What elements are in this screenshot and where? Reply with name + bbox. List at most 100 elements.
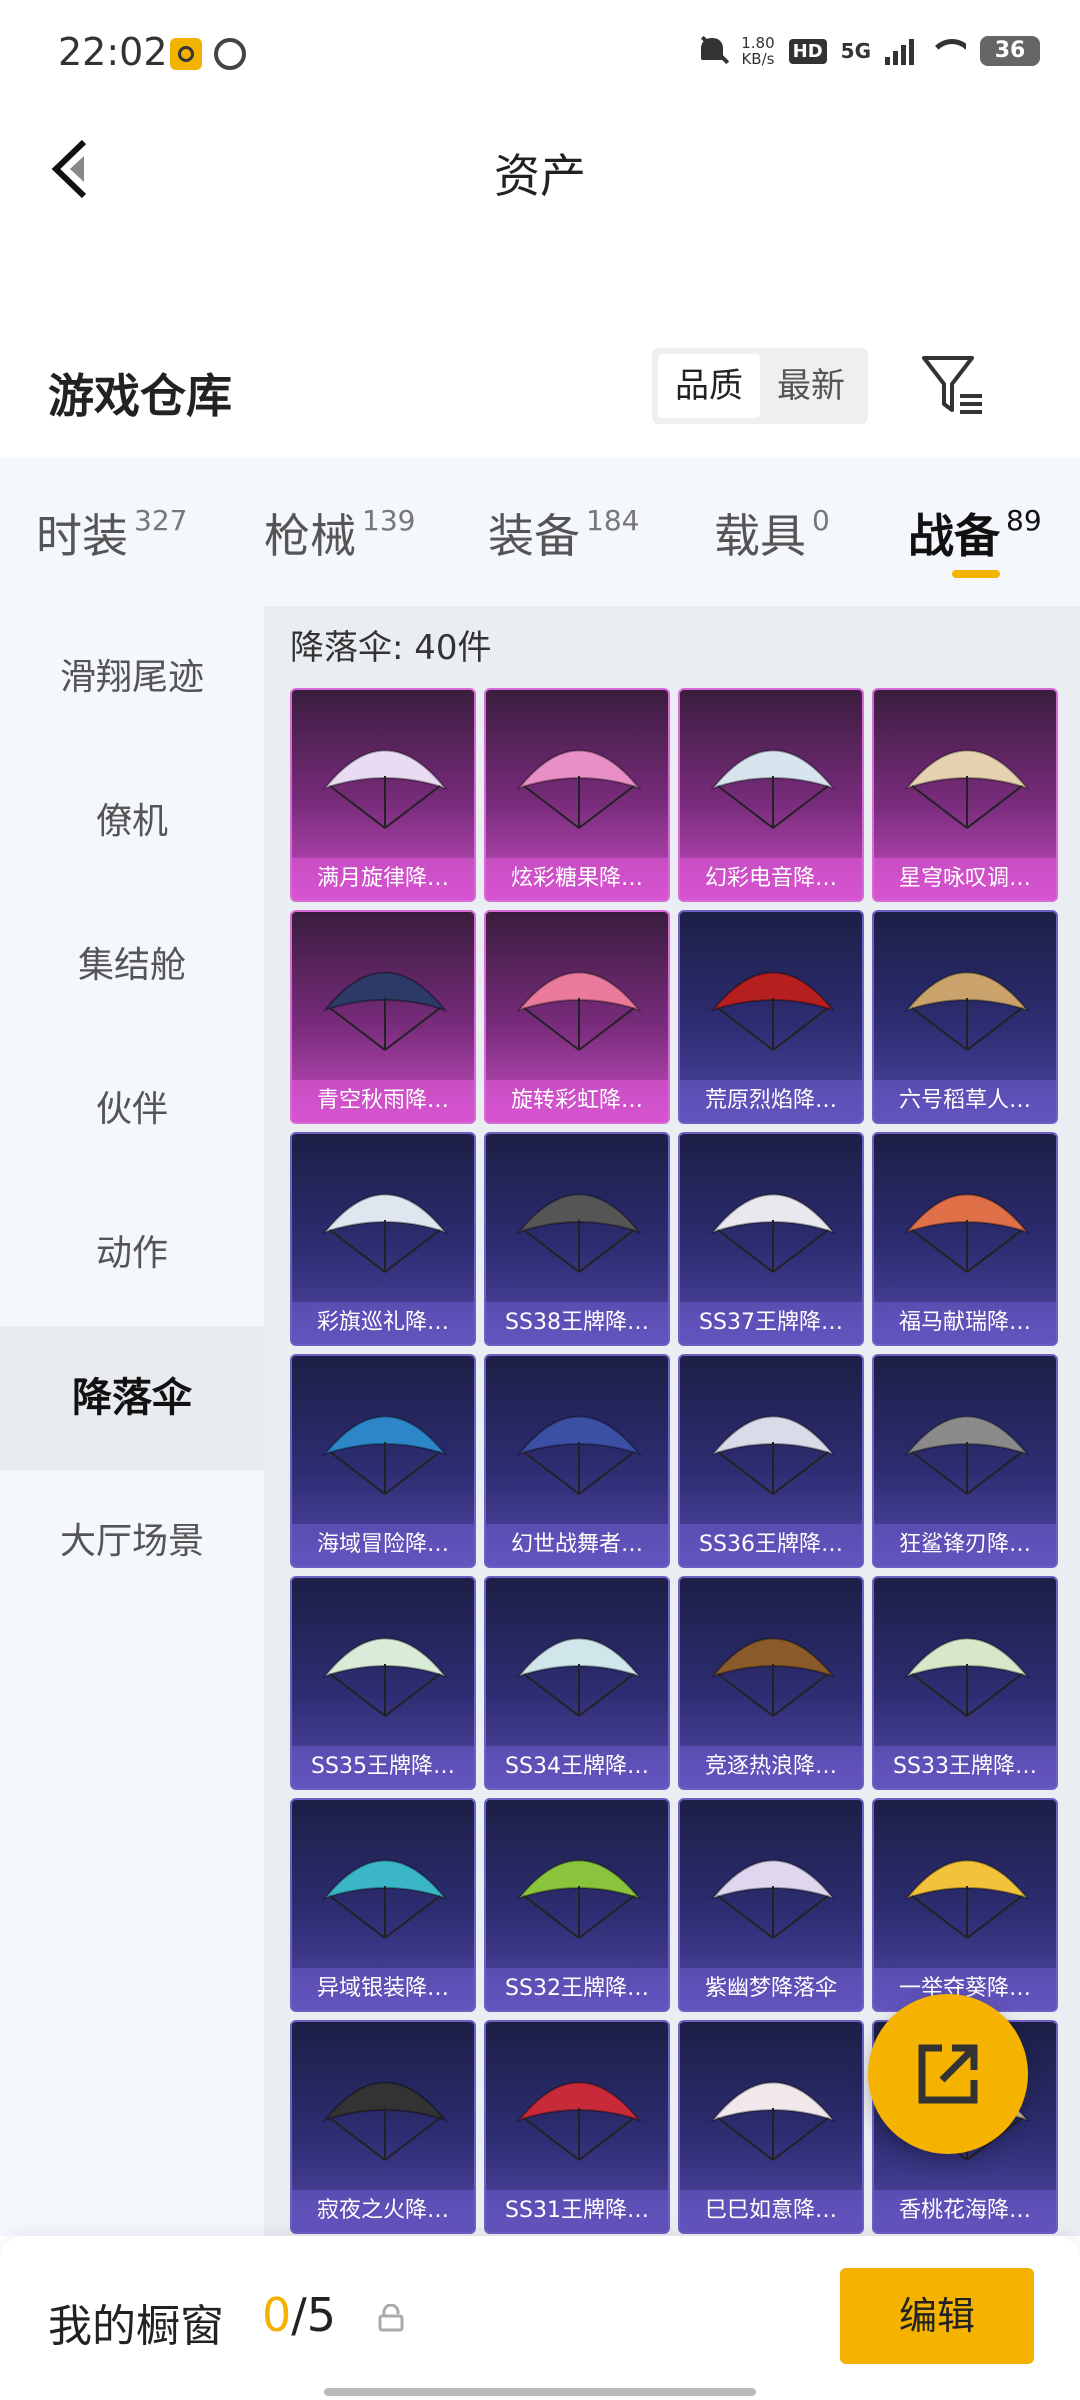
item-card-label: 六号稻草人… xyxy=(874,1080,1056,1122)
network-type: 5G xyxy=(840,39,871,63)
item-card[interactable]: 六号稻草人… xyxy=(872,910,1058,1124)
item-card-label: SS33王牌降… xyxy=(874,1746,1056,1788)
sidebar-item-companion[interactable]: 伙伴 xyxy=(0,1038,264,1182)
item-card-label: 旋转彩虹降… xyxy=(486,1080,668,1122)
share-external-icon xyxy=(918,2044,978,2104)
parachute-art xyxy=(322,1637,448,1717)
tab-battle-gear[interactable]: 战备 89 xyxy=(908,500,1042,566)
sidebar-item-assembly-pod[interactable]: 集结舱 xyxy=(0,894,264,1038)
item-card-label: 荒原烈焰降… xyxy=(680,1080,862,1122)
parachute-art xyxy=(322,749,448,829)
sync-icon xyxy=(214,38,246,70)
parachute-art xyxy=(322,1415,448,1495)
item-card[interactable]: 旋转彩虹降… xyxy=(484,910,670,1124)
parachute-art xyxy=(904,1415,1030,1495)
item-card-label: 寂夜之火降… xyxy=(292,2190,474,2232)
item-card[interactable]: 福马献瑞降… xyxy=(872,1132,1058,1346)
showcase-label: 我的橱窗 xyxy=(48,2301,224,2352)
lock-icon xyxy=(378,2304,404,2332)
sidebar-item-wingman[interactable]: 僚机 xyxy=(0,750,264,894)
item-card-label: SS31王牌降… xyxy=(486,2190,668,2232)
item-card-label: SS32王牌降… xyxy=(486,1968,668,2010)
item-card-label: 狂鲨锋刃降… xyxy=(874,1524,1056,1566)
parachute-art xyxy=(904,1193,1030,1273)
item-card-label: 竞逐热浪降… xyxy=(680,1746,862,1788)
item-card-label: 满月旋律降… xyxy=(292,858,474,900)
parachute-art xyxy=(516,1415,642,1495)
mute-bell-icon xyxy=(697,34,727,68)
parachute-art xyxy=(904,971,1030,1051)
share-button[interactable] xyxy=(868,1994,1028,2154)
item-card[interactable]: 幻彩电音降… xyxy=(678,688,864,902)
item-card[interactable]: 幻世战舞者… xyxy=(484,1354,670,1568)
item-card[interactable]: 彩旗巡礼降… xyxy=(290,1132,476,1346)
subcategory-sidebar: 滑翔尾迹 僚机 集结舱 伙伴 动作 降落伞 大厅场景 xyxy=(0,606,264,2236)
item-card[interactable]: 竞逐热浪降… xyxy=(678,1576,864,1790)
item-card[interactable]: SS32王牌降… xyxy=(484,1798,670,2012)
edit-button[interactable]: 编辑 xyxy=(840,2268,1034,2364)
parachute-art xyxy=(710,1193,836,1273)
item-card[interactable]: 异域银装降… xyxy=(290,1798,476,2012)
tab-fashion[interactable]: 时装 327 xyxy=(36,500,187,566)
item-card[interactable]: SS35王牌降… xyxy=(290,1576,476,1790)
item-card-label: 海域冒险降… xyxy=(292,1524,474,1566)
network-speed: 1.80 KB/s xyxy=(741,34,775,68)
item-card[interactable]: 炫彩糖果降… xyxy=(484,688,670,902)
parachute-art xyxy=(322,971,448,1051)
signal-icon xyxy=(885,37,914,65)
tab-guns[interactable]: 枪械 139 xyxy=(264,500,415,566)
home-indicator xyxy=(324,2388,756,2396)
item-card[interactable]: 寂夜之火降… xyxy=(290,2020,476,2234)
item-card[interactable]: SS38王牌降… xyxy=(484,1132,670,1346)
item-card[interactable]: SS36王牌降… xyxy=(678,1354,864,1568)
filter-icon xyxy=(922,356,982,414)
app-notification-icon xyxy=(170,38,202,70)
item-card-label: 幻世战舞者… xyxy=(486,1524,668,1566)
item-card[interactable]: 狂鲨锋刃降… xyxy=(872,1354,1058,1568)
item-card[interactable]: SS33王牌降… xyxy=(872,1576,1058,1790)
item-card-label: 异域银装降… xyxy=(292,1968,474,2010)
item-card[interactable]: 紫幽梦降落伞 xyxy=(678,1798,864,2012)
item-card-label: SS38王牌降… xyxy=(486,1302,668,1344)
item-card[interactable]: SS31王牌降… xyxy=(484,2020,670,2234)
parachute-art xyxy=(322,1859,448,1939)
tab-equipment[interactable]: 装备 184 xyxy=(488,500,639,566)
parachute-art xyxy=(322,2081,448,2161)
item-card-label: 巳巳如意降… xyxy=(680,2190,862,2232)
parachute-art xyxy=(904,749,1030,829)
item-card-label: 炫彩糖果降… xyxy=(486,858,668,900)
filter-button[interactable] xyxy=(920,352,986,418)
parachute-art xyxy=(516,971,642,1051)
sort-newest-option[interactable]: 最新 xyxy=(760,354,862,418)
item-card[interactable]: SS37王牌降… xyxy=(678,1132,864,1346)
showcase-bar: 我的橱窗 0/5 编辑 xyxy=(0,2236,1080,2400)
sort-toggle: 品质 最新 xyxy=(652,348,868,424)
sidebar-item-glide-trail[interactable]: 滑翔尾迹 xyxy=(0,606,264,750)
sidebar-item-parachute[interactable]: 降落伞 xyxy=(0,1326,264,1470)
item-card[interactable]: 巳巳如意降… xyxy=(678,2020,864,2234)
item-card[interactable]: SS34王牌降… xyxy=(484,1576,670,1790)
tab-indicator xyxy=(952,570,1000,578)
parachute-art xyxy=(322,1193,448,1273)
hd-badge: HD xyxy=(788,38,827,64)
item-card[interactable]: 海域冒险降… xyxy=(290,1354,476,1568)
parachute-art xyxy=(516,1637,642,1717)
item-card[interactable]: 满月旋律降… xyxy=(290,688,476,902)
item-card-label: 星穹咏叹调… xyxy=(874,858,1056,900)
item-card[interactable]: 青空秋雨降… xyxy=(290,910,476,1124)
status-bar: 22:02 1.80 KB/s HD 5G 36 xyxy=(0,0,1080,104)
item-card-label: SS35王牌降… xyxy=(292,1746,474,1788)
parachute-art xyxy=(710,971,836,1051)
parachute-art xyxy=(516,1193,642,1273)
page-title: 资产 xyxy=(494,149,586,203)
tab-vehicles[interactable]: 载具 0 xyxy=(714,500,830,566)
sidebar-item-lobby-scene[interactable]: 大厅场景 xyxy=(0,1470,264,1614)
parachute-art xyxy=(904,1637,1030,1717)
sidebar-item-emote[interactable]: 动作 xyxy=(0,1182,264,1326)
item-grid-area: 降落伞: 40件 满月旋律降… 炫彩糖果降… 幻彩电音降… 星穹咏叹调… 青空秋雨降… 旋… xyxy=(264,606,1080,2236)
item-card[interactable]: 星穹咏叹调… xyxy=(872,688,1058,902)
item-card[interactable]: 一举夺葵降… xyxy=(872,1798,1058,2012)
parachute-art xyxy=(710,1415,836,1495)
sort-quality-option[interactable]: 品质 xyxy=(658,354,760,418)
item-card[interactable]: 荒原烈焰降… xyxy=(678,910,864,1124)
